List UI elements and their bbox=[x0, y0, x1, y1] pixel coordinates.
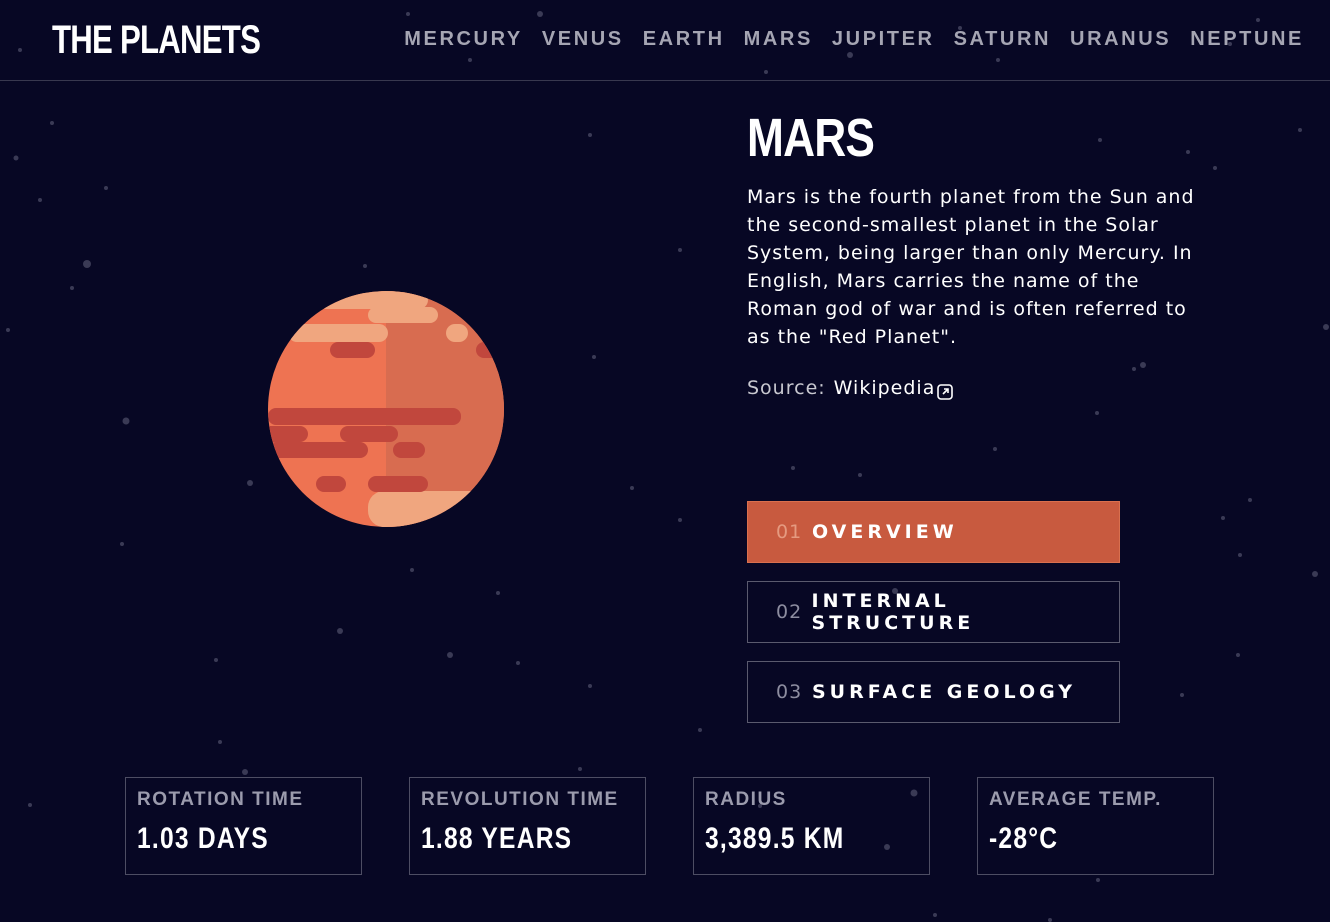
wikipedia-link[interactable]: Wikipedia bbox=[834, 374, 936, 402]
nav-item-jupiter[interactable]: JUPITER bbox=[832, 26, 935, 52]
tab-number: 01 bbox=[776, 521, 803, 543]
nav-item-neptune[interactable]: NEPTUNE bbox=[1190, 26, 1304, 52]
stat-value: 1.88 YEARS bbox=[421, 822, 573, 855]
stat-label: AVERAGE TEMP. bbox=[989, 789, 1162, 810]
external-link-icon[interactable] bbox=[937, 380, 954, 400]
stats-row: ROTATION TIME 1.03 DAYS REVOLUTION TIME … bbox=[125, 777, 1261, 875]
stat-label: ROTATION TIME bbox=[137, 789, 304, 810]
tab-number: 02 bbox=[776, 601, 803, 623]
stat-value: -28°C bbox=[989, 822, 1059, 855]
stat-label: RADIUS bbox=[705, 789, 787, 810]
nav-item-mercury[interactable]: MERCURY bbox=[404, 26, 523, 52]
nav-item-mars[interactable]: MARS bbox=[744, 26, 813, 52]
nav-item-uranus[interactable]: URANUS bbox=[1070, 26, 1171, 52]
tab-label: SURFACE GEOLOGY bbox=[812, 681, 1077, 703]
source-line: Source: Wikipedia bbox=[747, 374, 954, 402]
tab-label: INTERNAL STRUCTURE bbox=[811, 590, 975, 634]
tab-number: 03 bbox=[776, 681, 803, 703]
tab-overview[interactable]: 01 OVERVIEW bbox=[747, 501, 1120, 563]
source-label: Source: bbox=[747, 377, 826, 399]
stat-radius: RADIUS 3,389.5 KM bbox=[693, 777, 930, 875]
nav-item-venus[interactable]: VENUS bbox=[542, 26, 624, 52]
site-logo[interactable]: THE PLANETS bbox=[52, 18, 261, 62]
planet-image bbox=[268, 291, 504, 527]
planet-description: Mars is the fourth planet from the Sun a… bbox=[747, 186, 1195, 348]
stat-average-temp: AVERAGE TEMP. -28°C bbox=[977, 777, 1214, 875]
tab-internal-structure[interactable]: 02 INTERNAL STRUCTURE bbox=[747, 581, 1120, 643]
planet-nav: MERCURY VENUS EARTH MARS JUPITER SATURN … bbox=[385, 26, 1304, 52]
view-tabs: 01 OVERVIEW 02 INTERNAL STRUCTURE 03 SUR… bbox=[747, 501, 1120, 741]
top-header: THE PLANETS MERCURY VENUS EARTH MARS JUP… bbox=[0, 0, 1330, 81]
tab-surface-geology[interactable]: 03 SURFACE GEOLOGY bbox=[747, 661, 1120, 723]
stat-value: 1.03 DAYS bbox=[137, 822, 269, 855]
stat-rotation-time: ROTATION TIME 1.03 DAYS bbox=[125, 777, 362, 875]
nav-item-saturn[interactable]: SATURN bbox=[954, 26, 1051, 52]
nav-item-earth[interactable]: EARTH bbox=[643, 26, 725, 52]
planet-title: MARS bbox=[747, 108, 875, 168]
stat-value: 3,389.5 KM bbox=[705, 822, 845, 855]
tab-label: OVERVIEW bbox=[812, 521, 958, 543]
stat-label: REVOLUTION TIME bbox=[421, 789, 619, 810]
stat-revolution-time: REVOLUTION TIME 1.88 YEARS bbox=[409, 777, 646, 875]
